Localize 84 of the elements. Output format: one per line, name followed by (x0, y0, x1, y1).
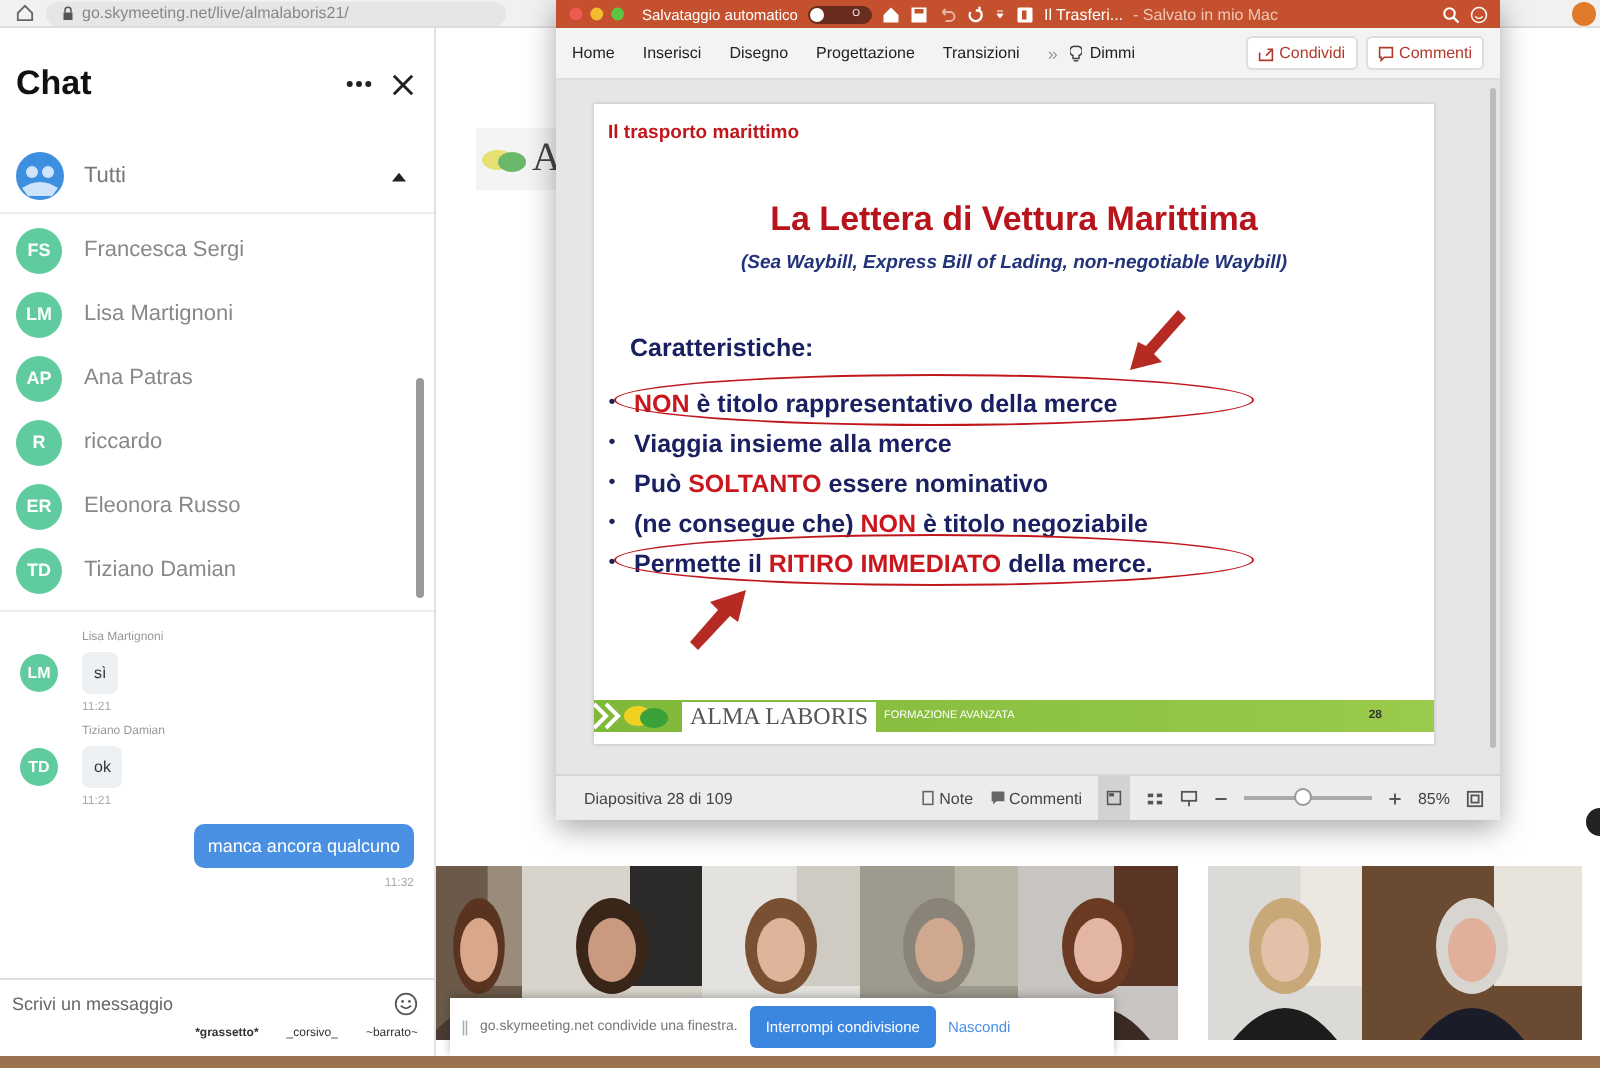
address-bar[interactable]: go.skymeeting.net/live/almalaboris21/ (46, 1, 506, 25)
document-title: Il Trasferi... (1043, 5, 1124, 23)
participant-name[interactable]: Lisa Martignoni (84, 302, 234, 326)
bullet-marker: • (606, 472, 618, 494)
message-bubble: manca ancora qualcuno (193, 824, 414, 868)
comments-button[interactable]: Commenti (1365, 36, 1484, 70)
bullet-text: (ne consegue che) NON è titolo negoziabile (634, 509, 1148, 537)
message-input[interactable]: Scrivi un messaggio (8, 992, 394, 1016)
more-icon[interactable] (346, 80, 372, 88)
profile-avatar-icon[interactable] (1572, 2, 1596, 26)
avatar: TD (16, 547, 62, 593)
document-icon (1015, 5, 1034, 23)
bullet-text: Può SOLTANTO essere nominativo (634, 469, 1049, 497)
slide-heading: Caratteristiche: (630, 334, 814, 362)
fit-to-window-icon[interactable] (1466, 789, 1484, 807)
avatar: ER (16, 483, 62, 529)
bullet-marker: • (606, 552, 618, 574)
caret-icon[interactable] (392, 171, 406, 181)
notes-icon (919, 790, 936, 806)
participant-name[interactable]: Tiziano Damian (84, 558, 237, 582)
ribbon-tab[interactable]: Home (572, 44, 615, 62)
save-icon[interactable] (909, 5, 928, 23)
slide-counter: Diapositiva 28 di 109 (584, 789, 733, 807)
normal-view-button[interactable] (1097, 776, 1130, 820)
close-icon[interactable] (392, 73, 414, 95)
logo-text: A (532, 136, 561, 182)
ribbon-tab[interactable]: Disegno (729, 44, 789, 62)
brand-name: ALMA LABORIS (682, 701, 877, 731)
lock-icon (62, 5, 74, 21)
message-bubble: sì (82, 652, 119, 694)
emoji-icon[interactable] (394, 992, 418, 1016)
bullet-marker: • (606, 432, 618, 454)
avatar: LM (16, 291, 62, 337)
scrollbar[interactable] (1490, 88, 1496, 748)
share-icon (1257, 45, 1274, 61)
smiley-icon[interactable] (1470, 5, 1488, 23)
undo-icon[interactable] (937, 5, 956, 23)
comments-button[interactable]: Commenti (989, 789, 1082, 807)
search-icon[interactable] (1442, 5, 1460, 23)
bullet-marker: • (606, 512, 618, 534)
slide-subtitle: (Sea Waybill, Express Bill of Lading, non-negotiable Waybill) (740, 252, 1288, 274)
message-bubble: ok (82, 746, 123, 788)
presenter-view-icon[interactable] (1179, 789, 1198, 807)
avatar: LM (20, 654, 58, 692)
bullet-text: NON è titolo rappresentativo della merce (634, 389, 1118, 417)
avatar: R (16, 419, 62, 465)
share-button[interactable]: Condividi (1245, 36, 1358, 70)
comment-icon (1377, 45, 1394, 61)
participant-name[interactable]: Ana Patras (84, 366, 193, 390)
ribbon-tab[interactable]: Progettazione (816, 44, 915, 62)
group-avatar-icon (16, 152, 64, 200)
zoom-percent: 85% (1417, 789, 1450, 807)
pointer-arrow (1126, 306, 1186, 374)
comment-icon (989, 790, 1006, 806)
bullet-text: Viaggia insieme alla merce (634, 429, 952, 457)
redo-icon[interactable] (965, 5, 984, 23)
avatar: AP (16, 355, 62, 401)
avatar: FS (16, 227, 62, 273)
chat-title: Chat (16, 64, 94, 104)
scrollbar[interactable] (416, 378, 424, 598)
home-icon[interactable] (16, 4, 34, 22)
grid-view-icon[interactable] (1145, 789, 1164, 807)
participant-name[interactable]: Francesca Sergi (84, 238, 245, 262)
group-label: Tutti (84, 164, 128, 188)
ribbon-tab[interactable]: Inserisci (642, 44, 702, 62)
participant-name[interactable]: Eleonora Russo (84, 494, 241, 518)
bullet-text: Permette il RITIRO IMMEDIATO della merce. (634, 549, 1153, 577)
pointer-arrow (690, 586, 750, 654)
slide-view-icon (1105, 790, 1122, 806)
group-row[interactable]: Tutti (0, 140, 434, 214)
bullet-marker: • (606, 392, 618, 414)
zoom-in-icon[interactable] (1387, 791, 1402, 805)
save-status[interactable]: - Salvato in mio Mac (1133, 5, 1278, 23)
lightbulb-icon (1069, 43, 1082, 63)
slide-title: La Lettera di Vettura Marittima (770, 200, 1258, 240)
slide-section-title: Il trasporto marittimo (608, 122, 800, 144)
notes-button[interactable]: Note (919, 789, 974, 807)
customize-icon[interactable] (993, 8, 1006, 20)
avatar: TD (20, 748, 58, 786)
overflow-chevron[interactable]: » (1047, 43, 1058, 63)
participant-name[interactable]: riccardo (84, 430, 163, 454)
tell-me-search[interactable]: Dimmi (1089, 44, 1135, 62)
home-icon[interactable] (881, 5, 900, 23)
ribbon-tab[interactable]: Transizioni (942, 44, 1020, 62)
